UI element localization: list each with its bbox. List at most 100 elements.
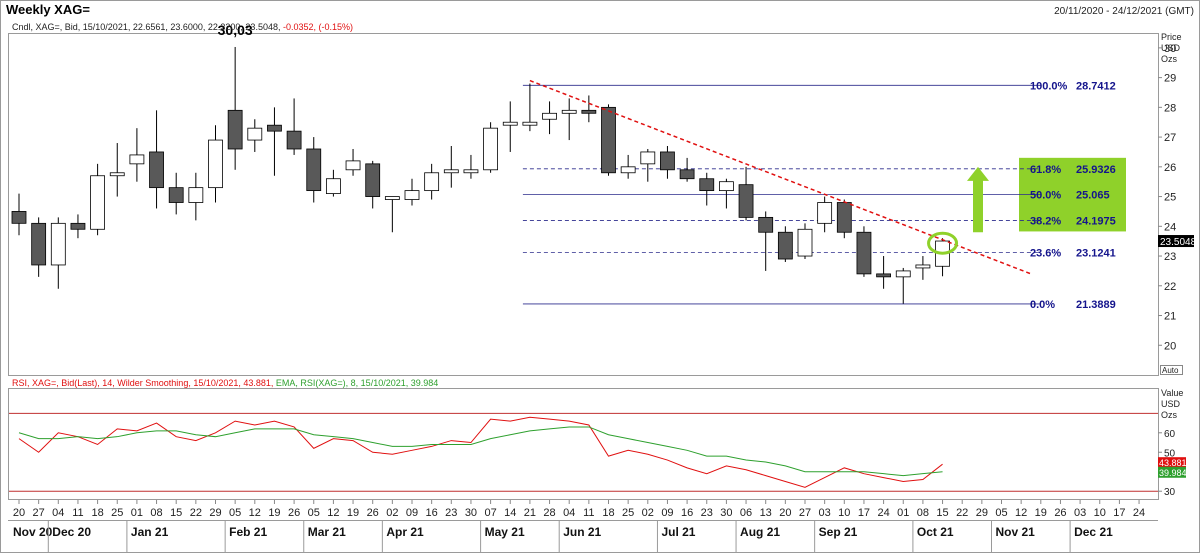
time-tick-label: 24 xyxy=(877,507,889,519)
fib-label: 38.2% xyxy=(1030,215,1061,227)
time-tick-label: 29 xyxy=(976,507,988,519)
candle-bull xyxy=(129,154,145,165)
candle-bear xyxy=(581,109,597,114)
price-tick-label: 22 xyxy=(1164,281,1176,293)
time-tick-label: 07 xyxy=(484,507,496,519)
time-tick-label: 04 xyxy=(52,507,64,519)
price-tick-label: 29 xyxy=(1164,73,1176,85)
candle-bull xyxy=(719,181,734,192)
time-tick-label: 03 xyxy=(819,507,831,519)
fib-label: 50.0% xyxy=(1030,190,1061,202)
time-tick-label: 12 xyxy=(249,507,261,519)
time-tick-label: 01 xyxy=(131,507,143,519)
candle-bear xyxy=(306,148,322,192)
price-axis-unit: Ozs xyxy=(1161,54,1178,64)
candle-bull xyxy=(915,264,931,269)
price-tick-label: 24 xyxy=(1164,221,1176,233)
time-tick-label: 12 xyxy=(1015,507,1027,519)
chart-canvas: 100.0% 28.741261.8% 25.932650.0% 25.06538.2… xyxy=(0,0,1200,553)
candle-bear xyxy=(836,202,852,233)
candle-bear xyxy=(149,151,164,189)
month-label: Apr 21 xyxy=(386,525,424,539)
fib-value: 21.3889 xyxy=(1076,299,1116,311)
time-tick-label: 19 xyxy=(268,507,280,519)
candle-bull xyxy=(522,121,538,126)
fib-value: 25.9326 xyxy=(1076,164,1116,176)
price-tick-label: 28 xyxy=(1164,102,1176,114)
fib-value: 28.7412 xyxy=(1076,80,1116,92)
month-label: Nov 21 xyxy=(996,525,1036,539)
candle-bear xyxy=(876,273,891,278)
month-label: Mar 21 xyxy=(308,525,346,539)
time-tick-label: 26 xyxy=(367,507,379,519)
candle-bull xyxy=(502,121,518,126)
time-tick-label: 19 xyxy=(1035,507,1047,519)
candle-bear xyxy=(168,187,184,203)
ema-legend-text: EMA, RSI(XAG=), 8, 15/10/2021, 39.984 xyxy=(276,378,438,388)
rsi-tick-label: 60 xyxy=(1164,429,1176,440)
candle-bull xyxy=(561,109,577,114)
time-tick-label: 08 xyxy=(150,507,162,519)
time-tick-label: 23 xyxy=(445,507,457,519)
candle-bull xyxy=(542,112,557,120)
time-tick-label: 10 xyxy=(838,507,850,519)
candle-bull xyxy=(443,169,459,174)
time-tick-label: 08 xyxy=(917,507,929,519)
candle-bull xyxy=(895,270,911,278)
fib-value: 23.1241 xyxy=(1076,247,1116,259)
month-label: Oct 21 xyxy=(917,525,954,539)
candle-bear xyxy=(365,163,381,197)
candle-bull xyxy=(424,172,440,192)
month-label: Nov 20 xyxy=(13,525,53,539)
time-tick-label: 23 xyxy=(701,507,713,519)
candle-bull xyxy=(188,187,204,203)
candle-bull xyxy=(483,127,499,171)
time-tick-label: 19 xyxy=(347,507,359,519)
candle-bull xyxy=(345,160,361,171)
candle-bull xyxy=(620,166,636,174)
month-label: Aug 21 xyxy=(740,525,780,539)
price-tick-label: 20 xyxy=(1164,340,1176,352)
time-tick-label: 20 xyxy=(13,507,25,519)
candle-bull xyxy=(384,196,400,200)
candle-bear xyxy=(227,109,243,150)
auto-scale-label: Auto xyxy=(1162,366,1179,375)
candle-bear xyxy=(777,231,793,260)
candle-bull xyxy=(109,172,125,177)
candle-bull xyxy=(247,127,263,141)
month-label: Dec 20 xyxy=(52,525,91,539)
price-tick-label: 23 xyxy=(1164,251,1176,263)
time-tick-label: 11 xyxy=(583,507,594,519)
price-tick-label: 21 xyxy=(1164,311,1176,323)
time-tick-label: 09 xyxy=(661,507,673,519)
candle-bull xyxy=(797,228,813,257)
price-legend-values: Cndl, XAG=, Bid, 15/10/2021, 22.6561, 23… xyxy=(12,22,283,32)
price-legend: Cndl, XAG=, Bid, 15/10/2021, 22.6561, 23… xyxy=(12,22,353,32)
fib-value: 24.1975 xyxy=(1076,215,1116,227)
time-tick-label: 30 xyxy=(465,507,477,519)
time-tick-label: 20 xyxy=(779,507,791,519)
candle-bear xyxy=(267,124,282,132)
time-tick-label: 15 xyxy=(936,507,948,519)
time-tick-label: 30 xyxy=(720,507,732,519)
time-tick-label: 06 xyxy=(740,507,752,519)
candle-bear xyxy=(70,222,86,230)
rsi-axis-unit: Ozs xyxy=(1161,410,1178,420)
time-tick-label: 25 xyxy=(111,507,123,519)
rsi-tick-label: 30 xyxy=(1164,487,1176,498)
time-tick-label: 18 xyxy=(91,507,103,519)
time-tick-label: 09 xyxy=(406,507,418,519)
last-price-text: 23.5048 xyxy=(1160,237,1197,248)
candle-bull xyxy=(90,175,105,230)
candle-bear xyxy=(856,231,872,275)
time-tick-label: 10 xyxy=(1094,507,1106,519)
candle-bear xyxy=(758,216,774,233)
candle-bear xyxy=(699,178,715,192)
rsi-legend-text: RSI, XAG=, Bid(Last), 14, Wilder Smoothi… xyxy=(12,378,276,388)
rsi-panel xyxy=(8,388,1159,500)
time-tick-label: 13 xyxy=(760,507,772,519)
month-label: Dec 21 xyxy=(1074,525,1113,539)
candle-bull xyxy=(404,190,420,200)
month-label: Jul 21 xyxy=(661,525,695,539)
up-arrow-shaft xyxy=(973,178,983,233)
